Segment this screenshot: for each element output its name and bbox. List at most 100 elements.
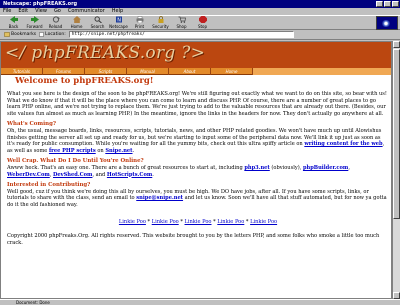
print-button[interactable]: Print — [130, 15, 149, 29]
security-label: Security — [152, 24, 169, 29]
menu-go[interactable]: Go — [54, 8, 61, 15]
php3-net-link[interactable]: php3.net — [244, 165, 269, 171]
url-input[interactable]: http://snipe.net/phpfreaks/ — [68, 31, 294, 38]
reload-button[interactable]: Reload — [46, 15, 65, 29]
crap-sep-1: , — [348, 164, 350, 171]
crap-text: Awww heck. That's an easy one. There are… — [7, 164, 243, 171]
site-banner: </ phpFREAKS.org ?> — [1, 42, 391, 68]
home-icon — [72, 16, 81, 23]
coming-end-text: . — [132, 147, 135, 154]
linkie-poo-link-3[interactable]: Linkie Poo — [185, 219, 212, 225]
nav-about[interactable]: About — [169, 67, 211, 75]
page-content: Welcome to phpFREAKS.org! What you see h… — [7, 76, 389, 250]
writing-content-link[interactable]: writing content for the web — [304, 141, 382, 147]
contrib-paragraph: Well good, cuz if you think we're doing … — [7, 189, 389, 209]
snipe-net-link[interactable]: Snipe.net — [105, 148, 132, 154]
bookmarks-button[interactable]: Bookmarks — [4, 32, 36, 37]
forward-label: Forward — [26, 24, 43, 29]
bookmark-icon — [4, 32, 10, 37]
menu-edit[interactable]: Edit — [18, 8, 28, 15]
free-php-scripts-link[interactable]: free PHP scripts — [49, 148, 96, 154]
poo-separator: * — [245, 218, 249, 225]
linkie-poo-row: Linkie Poo * Linkie Poo * Linkie Poo * L… — [7, 219, 389, 226]
coming-paragraph: Oh, the usual, message boards, links, re… — [7, 128, 389, 154]
crap-sep-2: , — [49, 171, 52, 178]
forward-arrow-icon — [30, 16, 39, 23]
nav-manual[interactable]: Manual — [127, 67, 169, 75]
linkie-poo-link-5[interactable]: Linkie Poo — [250, 219, 277, 225]
coming-heading: What's Coming? — [7, 121, 57, 128]
linkie-poo-link-2[interactable]: Linkie Poo — [152, 219, 179, 225]
site-logo: </ phpFREAKS.org ?> — [5, 43, 206, 63]
back-arrow-icon — [9, 16, 18, 23]
netscape-throbber-icon — [376, 16, 398, 30]
menu-communicator[interactable]: Communicator — [68, 8, 105, 15]
nav-filler — [253, 67, 391, 75]
window-titlebar: Netscape: phpFREAKS.org — [0, 0, 400, 8]
minimize-button[interactable] — [376, 1, 383, 7]
search-button[interactable]: Search — [88, 15, 107, 29]
weberdev-link[interactable]: WeberDev.Com — [7, 172, 50, 178]
email-link[interactable]: snipe@snipe.net — [136, 195, 183, 201]
contrib-heading: Interested in Contributing? — [7, 182, 91, 189]
shopping-cart-icon — [178, 16, 186, 23]
netscape-label: Netscape — [109, 24, 128, 29]
location-label-group: Location: — [39, 32, 66, 37]
crap-mid-text: (obviously), — [271, 164, 302, 171]
crap-end-text: . — [152, 171, 154, 178]
reload-icon — [52, 16, 60, 23]
reload-label: Reload — [48, 24, 63, 29]
security-button[interactable]: Security — [151, 15, 170, 29]
linkie-poo-link-1[interactable]: Linkie Poo — [119, 219, 146, 225]
menu-bar: File Edit View Go Communicator Help — [0, 8, 400, 15]
shop-button[interactable]: Shop — [172, 15, 191, 29]
linkie-poo-link-4[interactable]: Linkie Poo — [217, 219, 244, 225]
poo-separator: * — [213, 218, 216, 225]
menu-file[interactable]: File — [3, 8, 11, 15]
printer-icon — [136, 16, 143, 23]
intro-paragraph: What you see here is the design of the s… — [7, 91, 387, 117]
netscape-button[interactable]: N Netscape — [109, 15, 128, 29]
window-controls — [376, 1, 399, 7]
nav-forums[interactable]: Forums — [43, 67, 85, 75]
location-label: Location: — [45, 32, 66, 37]
back-button[interactable]: Back — [4, 15, 23, 29]
site-nav: Tutorials Forums Scripts Manual About Ho… — [1, 67, 391, 75]
crap-and-text: , and — [92, 171, 106, 178]
forward-button[interactable]: Forward — [25, 15, 44, 29]
nav-scripts[interactable]: Scripts — [85, 67, 127, 75]
poo-separator: * — [147, 218, 151, 225]
page-footer: Copyright 2000 phpFreaks.Org. All rights… — [7, 233, 380, 246]
nav-home[interactable]: Home — [211, 67, 253, 75]
close-button[interactable] — [392, 1, 399, 7]
stop-label: Stop — [197, 24, 208, 29]
location-bar: Bookmarks Location: http://snipe.net/php… — [0, 30, 400, 40]
scroll-down-arrow-icon[interactable] — [393, 292, 400, 299]
status-bar: Document: Done — [0, 299, 400, 305]
scroll-thumb[interactable] — [393, 49, 400, 219]
devshed-link[interactable]: DevShed.Com — [53, 172, 92, 178]
stop-button[interactable]: Stop — [193, 15, 212, 29]
home-button[interactable]: Home — [67, 15, 86, 29]
print-label: Print — [134, 24, 145, 29]
navigation-toolbar: Back Forward Reload Home Search N Netsca… — [0, 15, 400, 30]
scroll-up-arrow-icon[interactable] — [393, 41, 400, 48]
phpbuilder-link[interactable]: phpBuilder.com — [303, 165, 348, 171]
page-proxy-icon — [39, 32, 44, 37]
nav-tutorials[interactable]: Tutorials — [1, 67, 43, 75]
menu-view[interactable]: View — [35, 8, 47, 15]
window-title: Netscape: phpFREAKS.org — [3, 1, 78, 7]
menu-help[interactable]: Help — [112, 8, 123, 15]
shop-label: Shop — [176, 24, 187, 29]
back-label: Back — [8, 24, 19, 29]
poo-separator: * — [180, 218, 183, 225]
search-label: Search — [90, 24, 105, 29]
maximize-button[interactable] — [384, 1, 391, 7]
netscape-icon: N — [115, 16, 122, 23]
crap-heading: Well Crap. What Do I Do Until You're Onl… — [7, 158, 144, 165]
vertical-scrollbar[interactable] — [392, 41, 400, 299]
status-text: Document: Done — [16, 300, 50, 305]
coming-on-text: on — [97, 147, 104, 154]
page-title: Welcome to phpFREAKS.org! — [15, 76, 154, 86]
hotscripts-link[interactable]: HotScripts.Com — [107, 172, 152, 178]
